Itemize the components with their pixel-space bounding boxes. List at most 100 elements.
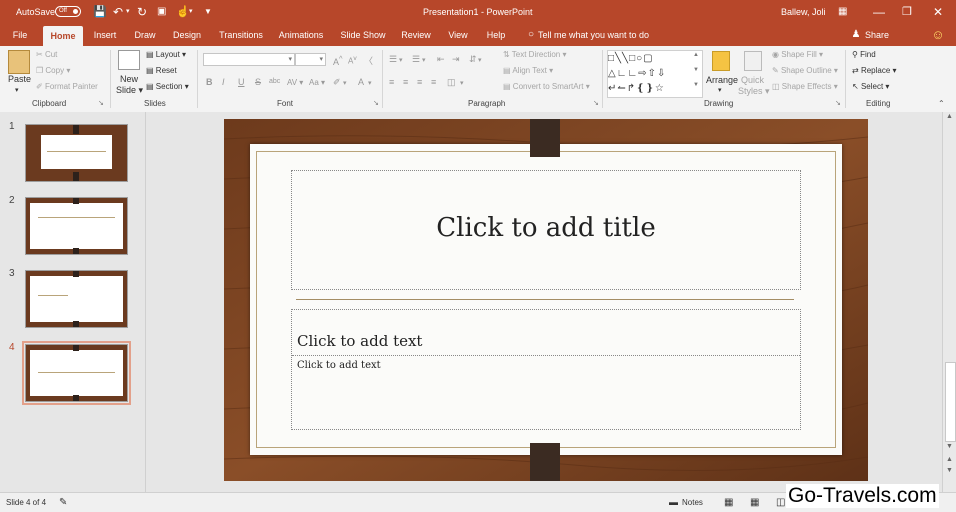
underline-button[interactable]: U (238, 77, 245, 87)
new-slide-icon[interactable] (118, 50, 140, 70)
user-name[interactable]: Ballew, Joli (781, 0, 826, 24)
notes-button[interactable]: Notes (682, 493, 703, 512)
scrollbar-thumb[interactable] (945, 362, 956, 442)
save-icon[interactable]: 💾 (93, 0, 107, 24)
grow-font-button[interactable]: A^ (333, 54, 343, 67)
gallery-down-icon[interactable]: ▼ (693, 67, 699, 73)
tab-insert[interactable]: Insert (89, 24, 121, 46)
drawing-launcher-icon[interactable]: ↘ (835, 99, 841, 107)
line-spacing-dropdown-icon[interactable]: ▾ (478, 56, 482, 64)
gallery-up-icon[interactable]: ▲ (693, 52, 699, 58)
numbering-icon[interactable]: ☰ (412, 54, 420, 65)
tab-animations[interactable]: Animations (275, 24, 327, 46)
section-button[interactable]: ▤ Section ▾ (146, 82, 189, 91)
shape-effects-button[interactable]: ◫ Shape Effects ▾ (772, 82, 838, 91)
slide-sorter-icon[interactable]: ▦ (750, 493, 759, 512)
layout-button[interactable]: ▤ Layout ▾ (146, 50, 186, 59)
font-size-select[interactable]: ▾ (295, 53, 326, 66)
smiley-icon[interactable]: ☺ (928, 24, 948, 46)
highlight-dropdown-icon[interactable]: ▾ (343, 79, 347, 87)
start-from-beginning-icon[interactable]: ▣ (157, 0, 166, 24)
change-case-button[interactable]: Aa ▾ (309, 78, 325, 87)
clipboard-launcher-icon[interactable]: ↘ (98, 99, 104, 107)
increase-indent-icon[interactable]: ⇥ (452, 54, 460, 65)
shrink-font-button[interactable]: Av (348, 55, 357, 66)
tab-home[interactable]: Home (43, 26, 83, 46)
paste-dropdown-icon[interactable]: ▾ (15, 86, 19, 94)
shape-fill-button[interactable]: ◉ Shape Fill ▾ (772, 50, 823, 59)
reset-button[interactable]: ▤ Reset (146, 66, 177, 75)
undo-dropdown-icon[interactable]: ▾ (126, 0, 130, 24)
customize-toolbar-icon[interactable]: ▼ (204, 0, 212, 24)
close-icon[interactable]: ✕ (933, 0, 943, 24)
shapes-gallery[interactable]: □╲╲□○▢ △∟∟⇨⇧⇩ ↵↼↱❴❵☆ (607, 50, 703, 98)
ribbon-display-icon[interactable]: ▦ (838, 0, 847, 24)
paragraph-launcher-icon[interactable]: ↘ (593, 99, 599, 107)
spelling-icon[interactable]: ✎ (59, 493, 67, 512)
title-placeholder[interactable]: Click to add title (291, 170, 801, 290)
bullets-dropdown-icon[interactable]: ▾ (399, 56, 403, 64)
select-button[interactable]: ↖ Select ▾ (852, 82, 889, 91)
autosave-toggle[interactable]: Off (55, 6, 81, 17)
convert-smartart-button[interactable]: ▤ Convert to SmartArt ▾ (503, 82, 590, 91)
paste-button[interactable]: Paste (8, 74, 31, 84)
notes-icon[interactable]: ▬ (669, 493, 678, 512)
tab-draw[interactable]: Draw (129, 24, 161, 46)
new-slide-button-line2[interactable]: Slide ▾ (116, 85, 143, 96)
align-left-icon[interactable]: ≡ (389, 77, 394, 87)
current-slide[interactable]: Click to add title Click to add text Cli… (224, 119, 868, 481)
font-color-dropdown-icon[interactable]: ▾ (368, 79, 372, 87)
cut-button[interactable]: ✂ Cut (36, 50, 57, 59)
tab-slide-show[interactable]: Slide Show (337, 24, 389, 46)
arrange-dropdown-icon[interactable]: ▾ (718, 86, 722, 94)
text-placeholder[interactable]: Click to add text Click to add text (291, 309, 801, 430)
slide-thumbnail-pane[interactable]: 1 2 3 4 (0, 112, 146, 492)
font-name-select[interactable]: ▾ (203, 53, 295, 66)
align-center-icon[interactable]: ≡ (403, 77, 408, 87)
italic-button[interactable]: I (222, 77, 225, 87)
slide-thumbnail-4[interactable] (22, 341, 131, 405)
tab-design[interactable]: Design (169, 24, 205, 46)
character-spacing-button[interactable]: AV ▾ (287, 78, 303, 87)
quick-styles-icon[interactable] (744, 51, 762, 71)
align-text-button[interactable]: ▤ Align Text ▾ (503, 66, 553, 75)
gallery-more-icon[interactable]: ▼ (693, 82, 699, 88)
new-slide-button-line1[interactable]: New (120, 74, 138, 84)
undo-icon[interactable]: ↶ (113, 0, 123, 24)
touch-mode-icon[interactable]: ☝ (176, 0, 190, 24)
bullets-icon[interactable]: ☰ (389, 54, 397, 65)
redo-icon[interactable]: ↻ (137, 0, 147, 24)
copy-button[interactable]: ❐ Copy ▾ (36, 66, 70, 75)
columns-icon[interactable]: ◫ (447, 77, 456, 88)
vertical-scrollbar[interactable]: ▲ ▼ ▲ ▼ (942, 112, 956, 492)
reading-view-icon[interactable]: ◫ (776, 493, 785, 512)
minimize-icon[interactable]: — (873, 0, 885, 24)
align-right-icon[interactable]: ≡ (417, 77, 422, 87)
scroll-down-icon[interactable]: ▼ (946, 443, 953, 450)
share-button[interactable]: Share (864, 24, 890, 46)
tell-me-box[interactable]: Tell me what you want to do (538, 24, 668, 46)
quick-styles-button-line2[interactable]: Styles ▾ (738, 86, 770, 97)
shadow-button[interactable]: abc (269, 78, 280, 85)
scroll-up-icon[interactable]: ▲ (946, 113, 953, 120)
justify-icon[interactable]: ≡ (431, 77, 436, 87)
font-launcher-icon[interactable]: ↘ (373, 99, 379, 107)
font-color-icon[interactable]: A (358, 77, 364, 87)
columns-dropdown-icon[interactable]: ▾ (460, 79, 464, 87)
arrange-button[interactable]: Arrange (706, 75, 738, 85)
bold-button[interactable]: B (206, 77, 213, 87)
shape-outline-button[interactable]: ✎ Shape Outline ▾ (772, 66, 838, 75)
numbering-dropdown-icon[interactable]: ▾ (422, 56, 426, 64)
format-painter-button[interactable]: ✐ Format Painter (36, 82, 98, 91)
replace-button[interactable]: ⇄ Replace ▾ (852, 66, 897, 75)
slide-thumbnail-3[interactable] (25, 270, 128, 328)
decrease-indent-icon[interactable]: ⇤ (437, 54, 445, 65)
slide-thumbnail-1[interactable] (25, 124, 128, 182)
find-button[interactable]: ⚲ Find (852, 50, 876, 59)
tab-view[interactable]: View (443, 24, 473, 46)
tab-transitions[interactable]: Transitions (215, 24, 267, 46)
strikethrough-button[interactable]: S (255, 77, 261, 87)
arrange-icon[interactable] (712, 51, 730, 71)
next-slide-icon[interactable]: ▼ (946, 467, 953, 474)
tab-file[interactable]: File (6, 24, 34, 46)
